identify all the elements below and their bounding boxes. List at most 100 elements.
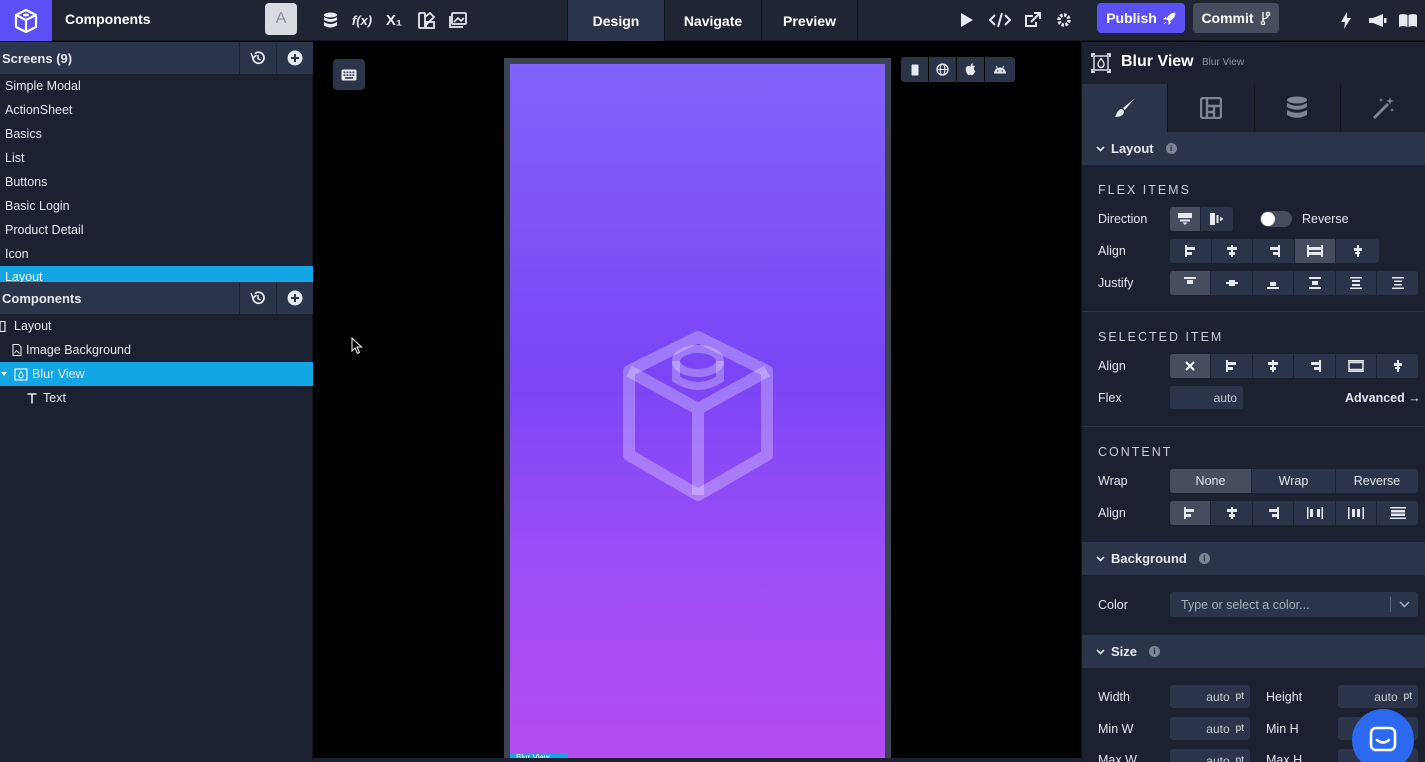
content-align-start-icon[interactable] bbox=[1170, 501, 1211, 525]
device-screen-preview[interactable]: Blur View bbox=[510, 64, 885, 762]
commit-button[interactable]: Commit bbox=[1193, 3, 1279, 33]
self-align-start-icon[interactable] bbox=[1211, 354, 1253, 378]
function-icon[interactable]: f(x) bbox=[350, 9, 374, 31]
justify-space-around-icon[interactable] bbox=[1336, 271, 1377, 295]
chevron-down-icon[interactable] bbox=[1399, 601, 1410, 608]
justify-center-icon[interactable] bbox=[1211, 271, 1253, 295]
screen-item-selected[interactable]: Layout bbox=[0, 266, 313, 282]
tab-design[interactable]: Design bbox=[567, 0, 664, 41]
share-icon[interactable] bbox=[1021, 9, 1043, 31]
wrap-label: Wrap bbox=[1098, 474, 1128, 488]
direction-column-icon[interactable] bbox=[1170, 207, 1201, 231]
color-select[interactable]: Type or select a color... bbox=[1170, 592, 1418, 617]
content-stretch-icon[interactable] bbox=[1377, 501, 1418, 525]
screen-item[interactable]: Buttons bbox=[0, 170, 313, 194]
self-align-end-icon[interactable] bbox=[1294, 354, 1336, 378]
align-baseline-icon[interactable] bbox=[1336, 239, 1379, 263]
avatar[interactable]: A bbox=[265, 3, 297, 35]
min-width-input[interactable]: auto pt bbox=[1170, 717, 1250, 740]
apple-icon[interactable] bbox=[957, 57, 984, 82]
direction-row-icon[interactable] bbox=[1201, 207, 1233, 231]
screen-item[interactable]: Product Detail bbox=[0, 218, 313, 242]
self-align-stretch-icon[interactable] bbox=[1336, 354, 1377, 378]
style-tab-brush-icon[interactable] bbox=[1082, 84, 1168, 132]
screen-item[interactable]: Basics bbox=[0, 122, 313, 146]
screen-item[interactable]: Basic Login bbox=[0, 194, 313, 218]
canvas-scrollbar[interactable] bbox=[313, 758, 1081, 762]
add-component-icon[interactable] bbox=[276, 282, 313, 314]
screen-item[interactable]: Icon bbox=[0, 242, 313, 266]
align-center-icon[interactable] bbox=[1212, 239, 1253, 263]
content-align-center-icon[interactable] bbox=[1211, 501, 1253, 525]
min-height-label: Min H bbox=[1266, 722, 1299, 736]
tab-preview[interactable]: Preview bbox=[761, 0, 858, 41]
content-space-between-icon[interactable] bbox=[1294, 501, 1336, 525]
align-auto-close-icon[interactable] bbox=[1170, 354, 1211, 378]
caret-down-icon[interactable] bbox=[1, 372, 7, 376]
book-icon[interactable] bbox=[1397, 9, 1419, 31]
justify-space-evenly-icon[interactable] bbox=[1377, 271, 1418, 295]
play-icon[interactable] bbox=[956, 9, 978, 31]
magic-wand-tab-icon[interactable] bbox=[1339, 84, 1425, 132]
lightning-icon[interactable] bbox=[1335, 9, 1357, 31]
screen-item[interactable]: Simple Modal bbox=[0, 74, 313, 98]
content-space-around-icon[interactable] bbox=[1336, 501, 1377, 525]
wrap-reverse-option[interactable]: Reverse bbox=[1336, 469, 1418, 493]
align-start-icon[interactable] bbox=[1170, 239, 1212, 263]
chat-support-button[interactable] bbox=[1352, 709, 1414, 762]
palette-icon[interactable] bbox=[415, 9, 437, 31]
left-sidebar: Screens (9) Simple Modal ActionSheet Bas… bbox=[0, 42, 313, 762]
code-icon[interactable] bbox=[988, 9, 1012, 31]
tree-item-layout[interactable]: Layout bbox=[0, 314, 52, 338]
reverse-toggle[interactable] bbox=[1260, 211, 1292, 227]
settings-icon[interactable] bbox=[1053, 9, 1075, 31]
justify-start-icon[interactable] bbox=[1170, 271, 1211, 295]
subscript-icon[interactable]: X₁ bbox=[383, 9, 405, 31]
info-icon[interactable]: i bbox=[1198, 553, 1210, 564]
advanced-link[interactable]: Advanced → bbox=[1345, 391, 1421, 405]
info-icon[interactable]: i bbox=[1165, 143, 1177, 154]
megaphone-icon[interactable] bbox=[1366, 9, 1388, 31]
self-align-center-icon[interactable] bbox=[1253, 354, 1294, 378]
app-logo-icon[interactable] bbox=[0, 0, 52, 41]
wrap-none-option[interactable]: None bbox=[1170, 469, 1252, 493]
screen-item[interactable]: List bbox=[0, 146, 313, 170]
device-icon[interactable] bbox=[901, 57, 928, 82]
justify-label: Justify bbox=[1098, 276, 1134, 290]
keyboard-icon[interactable] bbox=[333, 59, 365, 90]
tree-item-label: Text bbox=[43, 391, 66, 405]
align-stretch-icon[interactable] bbox=[1295, 239, 1336, 263]
add-screen-icon[interactable] bbox=[276, 42, 313, 74]
history-icon[interactable] bbox=[239, 42, 276, 74]
design-canvas[interactable]: Blur View bbox=[313, 42, 1081, 762]
tree-item-text[interactable]: Text bbox=[27, 386, 66, 410]
content-align-end-icon[interactable] bbox=[1253, 501, 1294, 525]
layout-section-title: Layout bbox=[1111, 141, 1154, 156]
screen-item[interactable]: ActionSheet bbox=[0, 98, 313, 122]
layout-section-header[interactable]: Layout i bbox=[1082, 132, 1425, 165]
align-end-icon[interactable] bbox=[1253, 239, 1295, 263]
data-tab-database-icon[interactable] bbox=[1253, 84, 1340, 132]
self-align-baseline-icon[interactable] bbox=[1377, 354, 1418, 378]
layout-tab-icon[interactable] bbox=[1167, 84, 1254, 132]
justify-end-icon[interactable] bbox=[1253, 271, 1294, 295]
publish-button[interactable]: Publish bbox=[1097, 3, 1185, 33]
justify-space-between-icon[interactable] bbox=[1294, 271, 1336, 295]
max-width-input[interactable]: auto pt bbox=[1170, 749, 1250, 762]
database-icon[interactable] bbox=[319, 9, 341, 31]
tree-item-blur-view[interactable]: Blur View bbox=[0, 362, 313, 386]
size-section-header[interactable]: Size i bbox=[1082, 635, 1425, 668]
width-input[interactable]: auto pt bbox=[1170, 685, 1250, 708]
height-input[interactable]: auto pt bbox=[1338, 685, 1418, 708]
background-section-header[interactable]: Background i bbox=[1082, 542, 1425, 575]
wrap-wrap-option[interactable]: Wrap bbox=[1252, 469, 1336, 493]
image-icon[interactable] bbox=[447, 9, 469, 31]
info-icon[interactable]: i bbox=[1149, 646, 1161, 657]
properties-panel: Blur View Blur View Layout i FLEX ITEMS … bbox=[1081, 42, 1425, 762]
tree-item-image-background[interactable]: Image Background bbox=[12, 338, 131, 362]
tab-navigate[interactable]: Navigate bbox=[664, 0, 761, 41]
android-icon[interactable] bbox=[985, 57, 1015, 82]
flex-input[interactable]: auto bbox=[1170, 386, 1243, 409]
history-icon[interactable] bbox=[239, 282, 276, 314]
web-icon[interactable] bbox=[929, 57, 956, 82]
